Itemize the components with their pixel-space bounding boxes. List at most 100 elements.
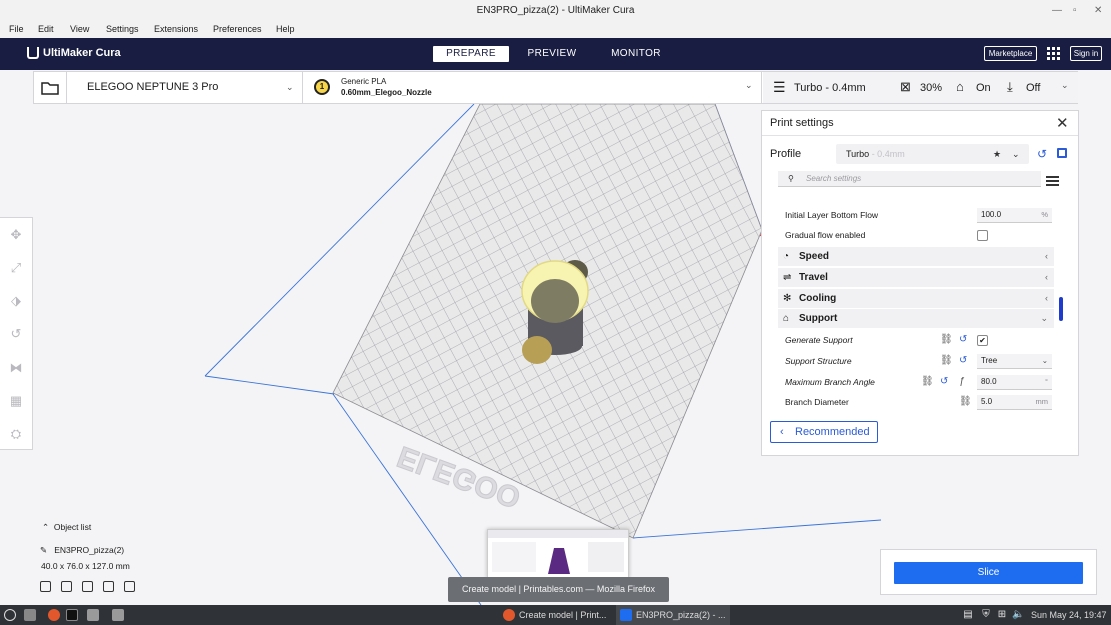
category-speed[interactable]: ◔ Speed ‹ — [778, 247, 1054, 266]
star-icon[interactable]: ★ — [993, 144, 1001, 164]
slice-button[interactable]: Slice — [894, 562, 1083, 584]
taskbar-item-cura[interactable]: EN3PRO_pizza(2) - ... — [616, 605, 730, 625]
stage-monitor-tab[interactable]: MONITOR — [598, 46, 674, 62]
settings-scrollbar[interactable] — [1059, 297, 1063, 321]
stage-preview-tab[interactable]: PREVIEW — [516, 46, 588, 62]
reset-icon[interactable]: ↺ — [959, 330, 967, 350]
material-selector[interactable]: 1 Generic PLA 0.60mm_Elegoo_Nozzle ⌄ — [304, 72, 762, 103]
marketplace-button[interactable]: Marketplace — [984, 46, 1037, 61]
apps-grid-icon[interactable] — [1047, 47, 1060, 60]
transform-toolbar: ✥ ⤢ ⬗ ↺ ⧓ ▦ ⛭ — [0, 217, 33, 450]
firefox-icon[interactable] — [48, 609, 60, 621]
setting-label: Branch Diameter — [785, 397, 849, 407]
extruder-badge: 1 — [314, 79, 330, 95]
left-view-icon[interactable] — [103, 581, 114, 592]
mirror-tool-icon[interactable]: ⧓ — [8, 360, 24, 376]
chevron-down-icon: ⌄ — [286, 82, 294, 92]
chevron-up-icon: ⌃ — [42, 522, 50, 532]
category-label: Cooling — [799, 293, 837, 304]
printer-selector[interactable]: ELEGOO NEPTUNE 3 Pro ⌄ — [75, 72, 303, 103]
terminal-icon[interactable] — [66, 609, 78, 621]
clock[interactable]: Sun May 24, 19:47 — [1031, 605, 1107, 625]
profile-dropdown[interactable]: Turbo - 0.4mm ★ ⌄ — [836, 144, 1029, 164]
object-name: EN3PRO_pizza(2) — [54, 545, 125, 555]
link-icon[interactable]: ⛓ — [940, 351, 953, 371]
initial-layer-bottom-flow-field[interactable]: 100.0% — [977, 208, 1052, 223]
menu-settings[interactable]: Settings — [106, 21, 139, 38]
per-model-settings-icon[interactable]: ▦ — [8, 393, 24, 409]
setting-row: Generate Support ⛓ ↺ ✔ — [778, 330, 1054, 350]
function-icon[interactable]: ƒ — [959, 372, 965, 392]
save-profile-icon[interactable] — [1057, 148, 1067, 158]
taskbar-item-firefox[interactable]: Create model | Print... — [499, 605, 615, 625]
taskbar-item-label: EN3PRO_pizza(2) - ... — [636, 610, 726, 620]
gradual-flow-checkbox[interactable] — [977, 230, 988, 241]
generate-support-checkbox[interactable]: ✔ — [977, 335, 988, 346]
stage-prepare-tab[interactable]: PREPARE — [433, 46, 509, 62]
shield-icon[interactable]: ⛨ — [980, 609, 992, 621]
clipboard-icon[interactable]: ▤ — [962, 609, 974, 621]
setting-label: Gradual flow enabled — [785, 230, 866, 240]
menu-extensions[interactable]: Extensions — [154, 21, 198, 38]
file-manager-icon[interactable] — [87, 609, 99, 621]
search-settings-input[interactable]: ⚲ Search settings — [778, 171, 1041, 187]
print-settings-panel: Print settings ✕ Profile Turbo - 0.4mm ★… — [761, 110, 1079, 456]
support-blocker-icon[interactable]: ⛭ — [8, 426, 24, 442]
search-placeholder: Search settings — [806, 174, 862, 183]
close-window-icon[interactable]: ✕ — [1094, 0, 1102, 21]
menu-file[interactable]: File — [9, 21, 24, 38]
field-unit: % — [1041, 210, 1048, 219]
category-travel[interactable]: ⇌ Travel ‹ — [778, 268, 1054, 287]
support-structure-dropdown[interactable]: Tree ⌄ — [977, 354, 1052, 369]
right-view-icon[interactable] — [124, 581, 135, 592]
undo-tool-icon[interactable]: ↺ — [8, 326, 24, 342]
link-icon[interactable]: ⛓ — [921, 372, 934, 392]
show-desktop-icon[interactable] — [24, 609, 36, 621]
setting-label: Initial Layer Bottom Flow — [785, 210, 879, 220]
setting-row: Gradual flow enabled — [778, 225, 1054, 245]
field-value: Tree — [981, 356, 998, 365]
category-support[interactable]: ⌂ Support ⌄ — [778, 309, 1054, 328]
object-list-header[interactable]: ⌃ Object list — [42, 522, 91, 533]
menu-view[interactable]: View — [70, 21, 89, 38]
file-manager-icon[interactable] — [112, 609, 124, 621]
close-icon[interactable]: ✕ — [1056, 114, 1069, 132]
menu-preferences[interactable]: Preferences — [213, 21, 262, 38]
print-settings-summary[interactable]: ☰ Turbo - 0.4mm ⊠ 30% ⌂ On ⤓ Off ⌄ — [763, 72, 1078, 103]
model-object[interactable] — [521, 260, 589, 364]
branch-diameter-field[interactable]: 5.0 mm — [977, 395, 1052, 410]
ultimaker-logo-icon — [27, 47, 39, 59]
recommended-button[interactable]: ‹ Recommended — [770, 421, 878, 443]
field-unit: mm — [1035, 397, 1049, 406]
rotate-tool-icon[interactable]: ⬗ — [8, 293, 24, 309]
front-view-icon[interactable] — [61, 581, 72, 592]
reset-profile-icon[interactable]: ↺ — [1037, 147, 1047, 161]
menu-edit[interactable]: Edit — [38, 21, 54, 38]
window-titlebar: EN3PRO_pizza(2) - UltiMaker Cura — ▫ ✕ — [0, 0, 1111, 21]
move-tool-icon[interactable]: ✥ — [8, 227, 24, 243]
link-icon[interactable]: ⛓ — [959, 392, 972, 412]
volume-icon[interactable]: 🔈 — [1012, 609, 1024, 621]
object-name-row[interactable]: ✎ EN3PRO_pizza(2) — [40, 545, 124, 556]
3d-view-icon[interactable] — [40, 581, 51, 592]
settings-menu-icon[interactable] — [1046, 176, 1059, 186]
top-view-icon[interactable] — [82, 581, 93, 592]
menu-help[interactable]: Help — [276, 21, 295, 38]
object-list-title: Object list — [53, 522, 92, 532]
update-icon[interactable]: ⊞ — [996, 609, 1008, 621]
divider — [762, 135, 1078, 136]
sign-in-button[interactable]: Sign in — [1070, 46, 1102, 61]
setting-row: Branch Diameter ⛓ 5.0 mm — [778, 392, 1054, 412]
open-file-button[interactable] — [34, 72, 67, 103]
minimize-icon[interactable]: — — [1052, 0, 1062, 21]
scale-tool-icon[interactable]: ⤢ — [8, 260, 24, 276]
window-preview-thumbnail[interactable] — [487, 529, 629, 579]
start-menu-icon[interactable] — [4, 609, 16, 621]
category-cooling[interactable]: ✻ Cooling ‹ — [778, 289, 1054, 308]
reset-icon[interactable]: ↺ — [959, 351, 967, 371]
link-icon[interactable]: ⛓ — [940, 330, 953, 350]
taskbar-tooltip: Create model | Printables.com — Mozilla … — [448, 577, 669, 602]
maximize-icon[interactable]: ▫ — [1073, 0, 1077, 21]
reset-icon[interactable]: ↺ — [940, 372, 948, 392]
max-branch-angle-field[interactable]: 80.0 ° — [977, 375, 1052, 390]
